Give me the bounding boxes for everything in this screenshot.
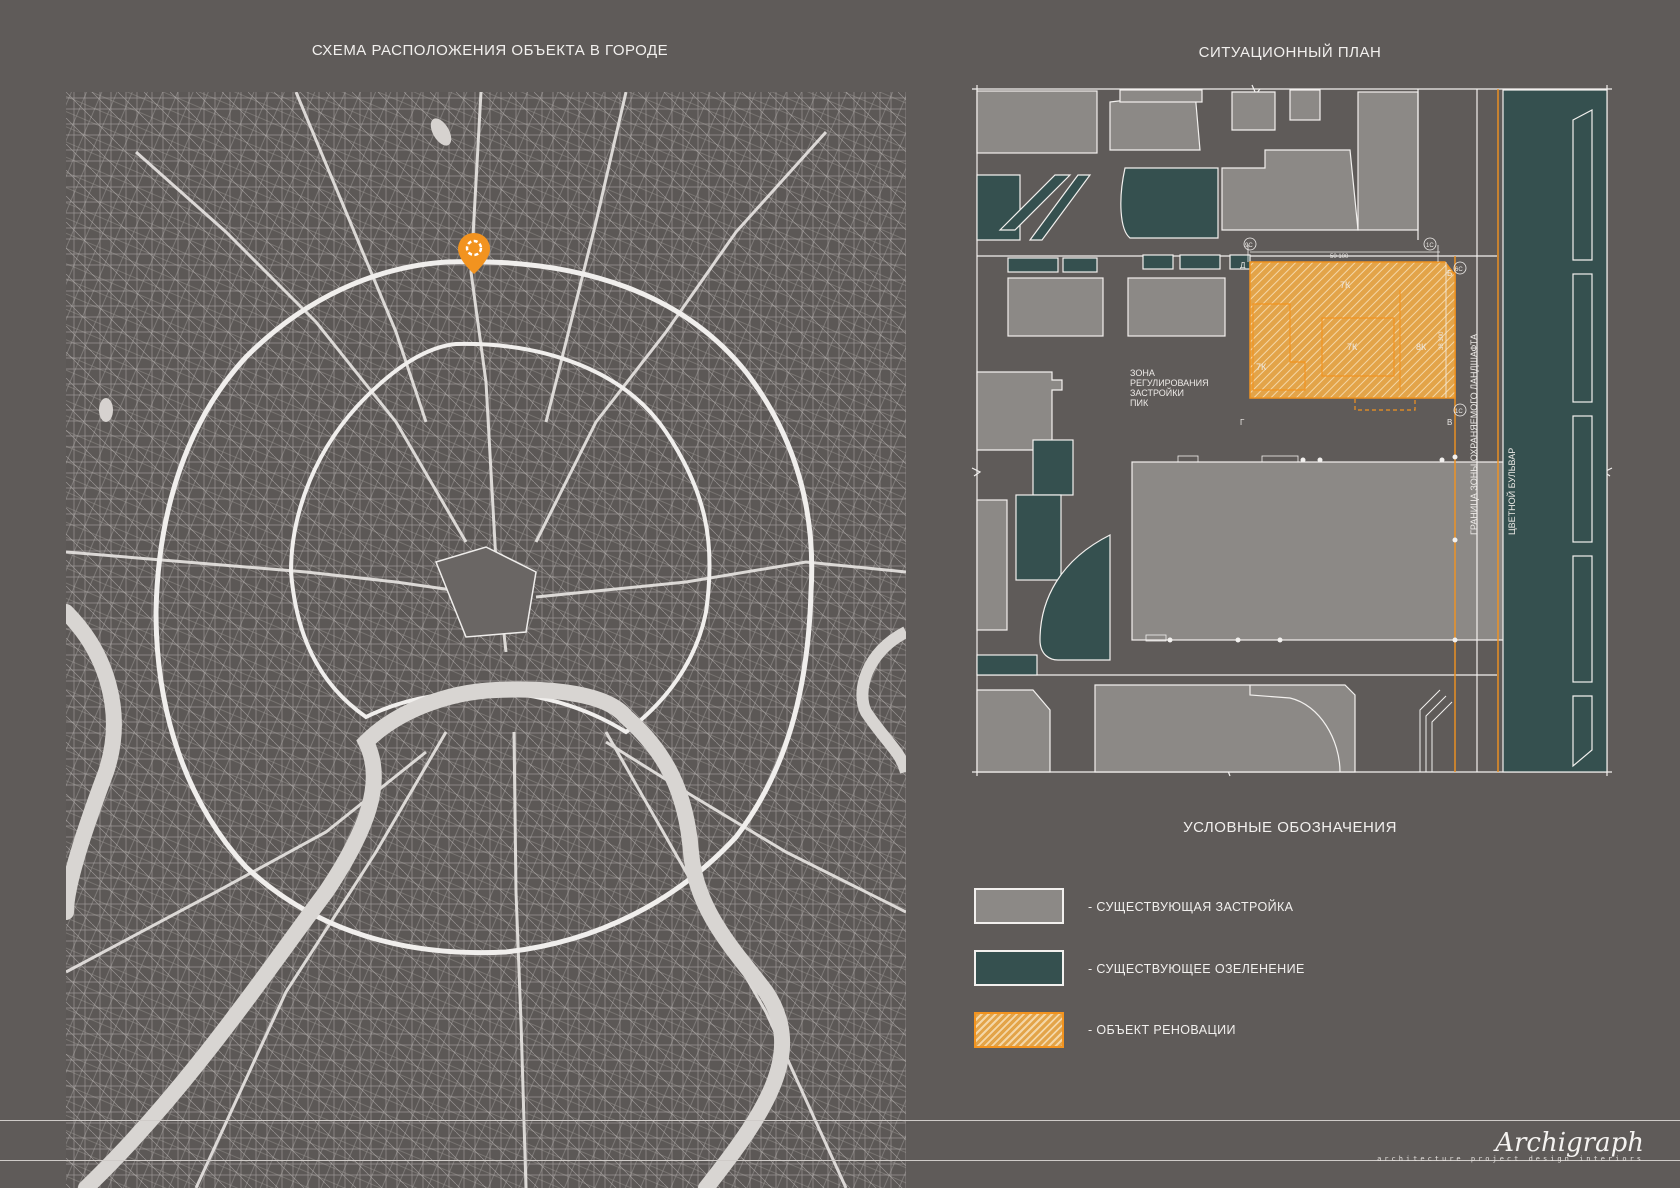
legend-swatch-renovation (974, 1012, 1064, 1048)
legend-label-renovation: - ОБЪЕКТ РЕНОВАЦИИ (1088, 1023, 1236, 1037)
city-map[interactable] (66, 92, 906, 1188)
zone-label-line-1: ЗОНА (1130, 368, 1155, 378)
floor-label: 7К (1256, 362, 1267, 372)
floor-label: 8К (1416, 342, 1427, 352)
pond (99, 398, 113, 422)
legend-title: УСЛОВНЫЕ ОБОЗНАЧЕНИЯ (1183, 819, 1397, 836)
zone-label-line-4: ПИК (1130, 398, 1149, 408)
axis-circle-label: 1С (1426, 243, 1434, 249)
dimension-side: 38 300 (1439, 331, 1445, 350)
brand-logo: Archigraph architecture project design i… (1377, 1128, 1644, 1163)
legend-label-buildings: - СУЩЕСТВУЮЩАЯ ЗАСТРОЙКА (1088, 900, 1294, 914)
zone-label-line-3: ЗАСТРОЙКИ (1130, 387, 1184, 398)
legend-label-greenery: - СУЩЕСТВУЮЩЕЕ ОЗЕЛЕНЕНИЕ (1088, 962, 1305, 976)
legend-swatch-greenery (974, 950, 1064, 986)
axis-label-b: Б (1447, 269, 1452, 278)
stepped-corner (1419, 689, 1453, 772)
street-label: ЦВЕТНОЙ БУЛЬВАР (1506, 448, 1517, 535)
boundary-label: ГРАНИЦА ЗОНЫ ОХРАНЯЕМОГО ЛАНДШАФТА (1469, 334, 1479, 535)
axis-label-v: В (1447, 418, 1452, 427)
existing-buildings (976, 89, 1506, 773)
legend-swatch-buildings (974, 888, 1064, 924)
logo-script: Archigraph (1495, 1128, 1644, 1158)
axis-circle-label: 6С (1455, 267, 1463, 273)
axis-label-d: Д (1240, 261, 1246, 270)
footer-divider (0, 1120, 1680, 1121)
site-plan[interactable]: ЗОНА РЕГУЛИРОВАНИЯ ЗАСТРОЙКИ ПИК 7К 7К 7… (960, 80, 1620, 780)
axis-circle-label: 1С (1455, 409, 1463, 415)
city-scheme-title: СХЕМА РАСПОЛОЖЕНИЯ ОБЪЕКТА В ГОРОДЕ (311, 42, 669, 59)
floor-label: 7К (1347, 342, 1358, 352)
axis-circle-label: 9С (1245, 243, 1253, 249)
site-plan-title: СИТУАЦИОННЫЙ ПЛАН (1198, 44, 1382, 61)
dimension-top: 50 100 (1330, 254, 1349, 260)
axis-label-g: Г (1240, 418, 1245, 427)
renovation-object[interactable] (1249, 261, 1456, 399)
logo-tagline: architecture project design interiors (1377, 1155, 1644, 1163)
floor-label: 7К (1340, 280, 1351, 290)
zone-label-line-2: РЕГУЛИРОВАНИЯ (1130, 378, 1209, 388)
